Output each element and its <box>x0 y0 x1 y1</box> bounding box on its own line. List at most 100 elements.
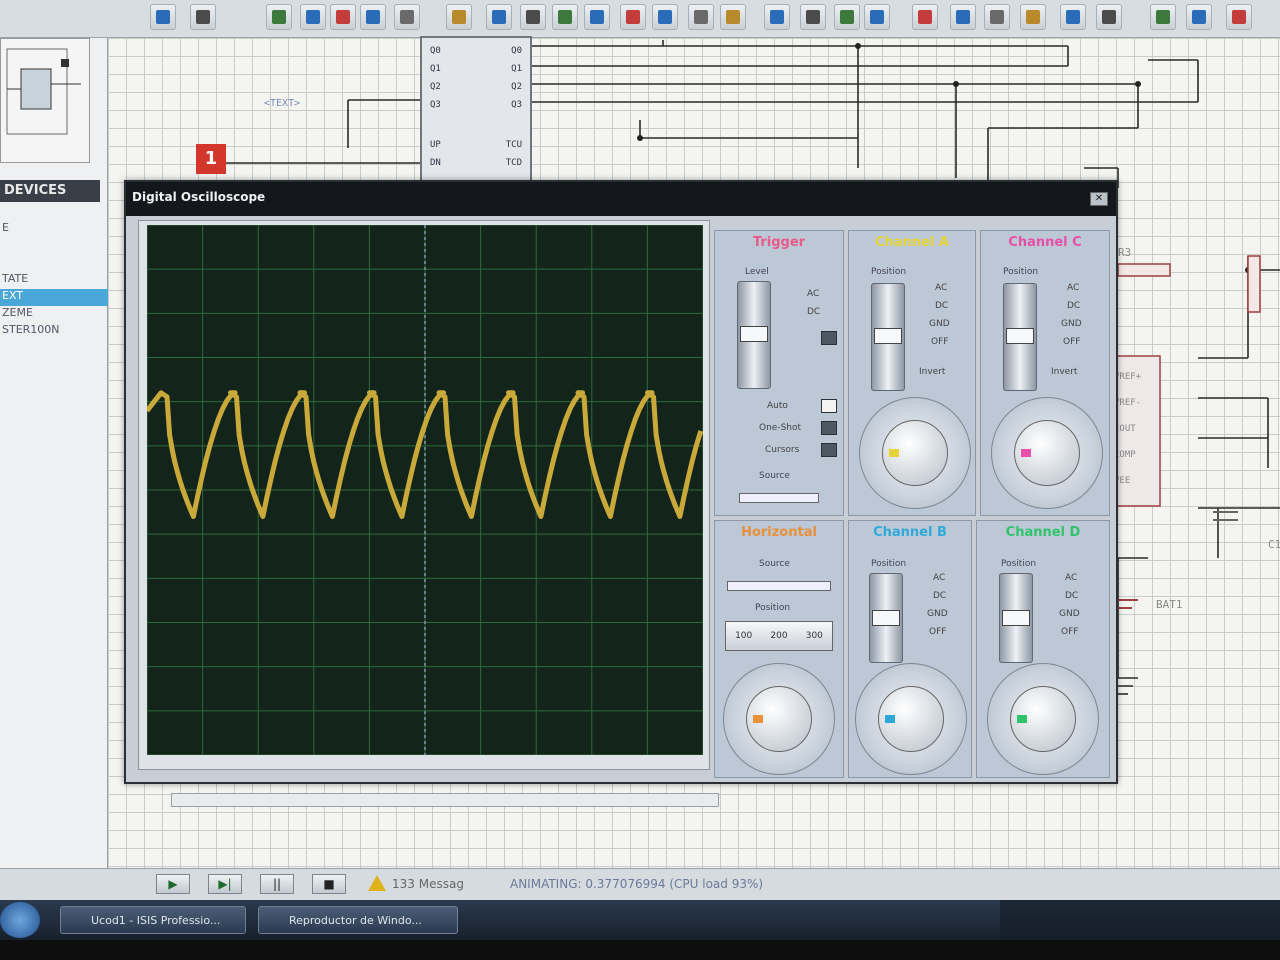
channel-c-invert[interactable]: Invert <box>1051 367 1077 377</box>
paste-icon-button[interactable] <box>950 4 976 30</box>
channel-d-position-slider[interactable] <box>999 573 1033 663</box>
block-icon-button[interactable] <box>552 4 578 30</box>
delete-icon-button[interactable] <box>764 4 790 30</box>
messages-count[interactable]: 133 Messag <box>392 877 464 891</box>
overview-window[interactable] <box>0 38 90 163</box>
paste-icon <box>272 10 286 24</box>
channel-a-invert[interactable]: Invert <box>919 367 945 377</box>
export-icon-button[interactable] <box>834 4 860 30</box>
channel-a-ac[interactable]: AC <box>935 283 947 293</box>
net-label-text[interactable]: <TEXT> <box>264 98 300 109</box>
trigger-edge-toggle[interactable] <box>821 331 837 345</box>
trigger-cursors-option[interactable]: Cursors <box>765 445 799 455</box>
undo-icon-button[interactable] <box>300 4 326 30</box>
tag-icon-button[interactable] <box>584 4 610 30</box>
channel-a-off[interactable]: OFF <box>931 337 948 347</box>
channel-c-volts-knob[interactable] <box>991 397 1103 509</box>
trigger-dc-option[interactable]: DC <box>807 307 820 317</box>
close-button[interactable]: ✕ <box>1090 192 1108 206</box>
zoom-fit-icon <box>452 10 466 24</box>
design-check-icon-button[interactable] <box>800 4 826 30</box>
play-button[interactable]: ▶ <box>156 874 190 894</box>
counter-chip[interactable]: Q0 Q1 Q2 Q3 UP DN Q0 Q1 Q2 Q3 TCU TCD <box>420 36 532 184</box>
channel-a-gnd[interactable]: GND <box>929 319 950 329</box>
wire-icon-button[interactable] <box>486 4 512 30</box>
device-list-item[interactable] <box>0 238 108 255</box>
device-list-item[interactable]: ZEME <box>0 306 108 323</box>
bom-icon-button[interactable] <box>720 4 746 30</box>
undo-icon-button[interactable] <box>984 4 1010 30</box>
channel-d-gnd[interactable]: GND <box>1059 609 1080 619</box>
channel-d-volts-knob[interactable] <box>987 663 1099 775</box>
channel-b-volts-knob[interactable] <box>855 663 967 775</box>
zoom-fit-icon-button[interactable] <box>1150 4 1176 30</box>
search-icon-button[interactable] <box>620 4 646 30</box>
oscilloscope-window[interactable]: Digital Oscilloscope ✕ Trigger Level AC … <box>124 180 1118 807</box>
stop-button[interactable]: ■ <box>312 874 346 894</box>
trigger-oneshot-option[interactable]: One-Shot <box>759 423 801 433</box>
redo-icon-button[interactable] <box>1020 4 1046 30</box>
channel-a-volts-knob[interactable] <box>859 397 971 509</box>
trigger-source-slider[interactable] <box>739 493 819 503</box>
channel-d-knob-indicator <box>1017 715 1027 723</box>
channel-c-off[interactable]: OFF <box>1063 337 1080 347</box>
device-list-item[interactable] <box>0 255 108 272</box>
tools-icon-button[interactable] <box>652 4 678 30</box>
channel-c-dc[interactable]: DC <box>1067 301 1080 311</box>
channel-d-ac[interactable]: AC <box>1065 573 1077 583</box>
channel-c-gnd[interactable]: GND <box>1061 319 1082 329</box>
zoom-out-icon-button[interactable] <box>394 4 420 30</box>
probe-marker[interactable]: 1 <box>196 144 226 174</box>
paste-icon-button[interactable] <box>266 4 292 30</box>
overview-thumbnail <box>6 48 81 135</box>
step-button[interactable]: ▶| <box>208 874 242 894</box>
redo-icon <box>1026 10 1040 24</box>
bus-icon-button[interactable] <box>520 4 546 30</box>
channel-a-position-slider[interactable] <box>871 283 905 391</box>
taskbar-isis[interactable]: Ucod1 - ISIS Professio... <box>60 906 246 934</box>
trigger-oneshot-button[interactable] <box>821 421 837 435</box>
taskbar-media-player[interactable]: Reproductor de Windo... <box>258 906 458 934</box>
channel-b-position-slider[interactable] <box>869 573 903 663</box>
horizontal-position-display[interactable]: 100 200 300 <box>725 621 833 651</box>
bus-icon-button[interactable] <box>1226 4 1252 30</box>
scope-scrollbar[interactable] <box>171 793 719 807</box>
cut-icon-button[interactable] <box>150 4 176 30</box>
channel-c-position-slider[interactable] <box>1003 283 1037 391</box>
channel-a-dc[interactable]: DC <box>935 301 948 311</box>
device-list-item[interactable]: TATE <box>0 272 108 289</box>
netlist-icon <box>694 10 708 24</box>
trigger-auto-button[interactable] <box>821 399 837 413</box>
copy-icon-button[interactable] <box>190 4 216 30</box>
channel-d-off[interactable]: OFF <box>1061 627 1078 637</box>
zoom-in-icon-button[interactable] <box>1060 4 1086 30</box>
channel-b-ac[interactable]: AC <box>933 573 945 583</box>
cut-icon-button[interactable] <box>864 4 890 30</box>
channel-b-off[interactable]: OFF <box>929 627 946 637</box>
redo-icon-button[interactable] <box>330 4 356 30</box>
channel-b-dc[interactable]: DC <box>933 591 946 601</box>
channel-d-dc[interactable]: DC <box>1065 591 1078 601</box>
device-list-item[interactable]: STER100N <box>0 323 108 340</box>
copy-icon-button[interactable] <box>912 4 938 30</box>
horizontal-time-knob[interactable] <box>723 663 835 775</box>
warning-icon[interactable] <box>368 875 386 891</box>
channel-c-ac[interactable]: AC <box>1067 283 1079 293</box>
trigger-level-slider[interactable] <box>737 281 771 389</box>
zoom-out-icon-button[interactable] <box>1096 4 1122 30</box>
pause-button[interactable]: || <box>260 874 294 894</box>
start-button[interactable] <box>0 902 40 938</box>
device-list-item[interactable] <box>0 204 108 221</box>
zoom-in-icon-button[interactable] <box>360 4 386 30</box>
zoom-fit-icon-button[interactable] <box>446 4 472 30</box>
device-list-item[interactable]: E <box>0 221 108 238</box>
trigger-ac-option[interactable]: AC <box>807 289 819 299</box>
device-list-item[interactable]: EXT <box>0 289 108 306</box>
chip-pin-left: Q2 <box>430 82 441 92</box>
channel-b-gnd[interactable]: GND <box>927 609 948 619</box>
netlist-icon-button[interactable] <box>688 4 714 30</box>
horizontal-source-slider[interactable] <box>727 581 831 591</box>
trigger-auto-option[interactable]: Auto <box>767 401 788 411</box>
trigger-cursors-button[interactable] <box>821 443 837 457</box>
wire-icon-button[interactable] <box>1186 4 1212 30</box>
